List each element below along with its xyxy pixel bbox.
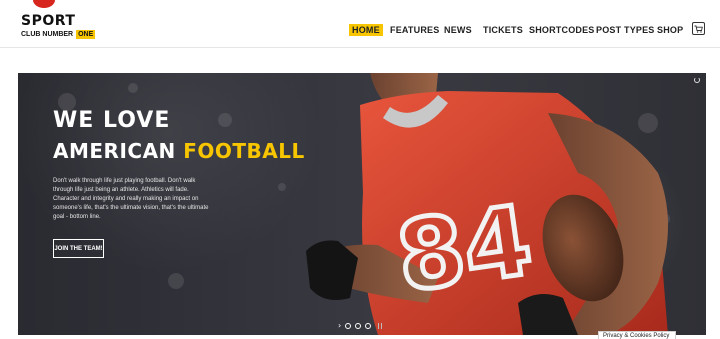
slider-pagination: › (338, 322, 383, 330)
page: SPORT CLUB NUMBER ONE HOME FEATURES NEWS… (0, 0, 720, 339)
hero-slider: 84 WE LOVE AMERICAN FOOTBALL Don't walk … (18, 73, 706, 335)
hero-headline-line1: WE LOVE (53, 108, 171, 133)
slider-dot[interactable] (355, 323, 362, 329)
logo-ball-icon (33, 0, 55, 8)
cookie-policy-bar[interactable]: Privacy & Cookies Policy (598, 331, 676, 339)
slider-dot[interactable] (345, 323, 352, 329)
jersey-number: 84 (390, 184, 538, 314)
main-nav: HOME FEATURES NEWS TICKETS SHORTCODES PO… (0, 24, 720, 36)
nav-item-features[interactable]: FEATURES (390, 24, 439, 36)
site-header: SPORT CLUB NUMBER ONE HOME FEATURES NEWS… (0, 0, 720, 48)
join-team-button[interactable]: JOIN THE TEAM! (53, 239, 104, 258)
nav-item-shop[interactable]: SHOP (657, 24, 683, 36)
nav-item-home[interactable]: HOME (349, 24, 383, 36)
loading-spinner-icon (694, 77, 700, 83)
slider-pause-icon[interactable] (378, 323, 383, 329)
hero-headline-highlight: FOOTBALL (183, 139, 305, 163)
nav-item-shortcodes[interactable]: SHORTCODES (529, 24, 595, 36)
slider-next-icon[interactable]: › (338, 322, 341, 330)
slider-dot[interactable] (365, 323, 372, 329)
cart-glyph-icon (694, 25, 703, 33)
nav-item-tickets[interactable]: TICKETS (483, 24, 523, 36)
hero-headline-plain: AMERICAN (53, 139, 184, 163)
nav-item-post-types[interactable]: POST TYPES (596, 24, 655, 36)
hero-headline-line2: AMERICAN FOOTBALL (53, 139, 305, 163)
cart-icon[interactable] (692, 22, 705, 35)
nav-item-news[interactable]: NEWS (444, 24, 472, 36)
hero-body-text: Don't walk through life just playing foo… (53, 178, 209, 220)
